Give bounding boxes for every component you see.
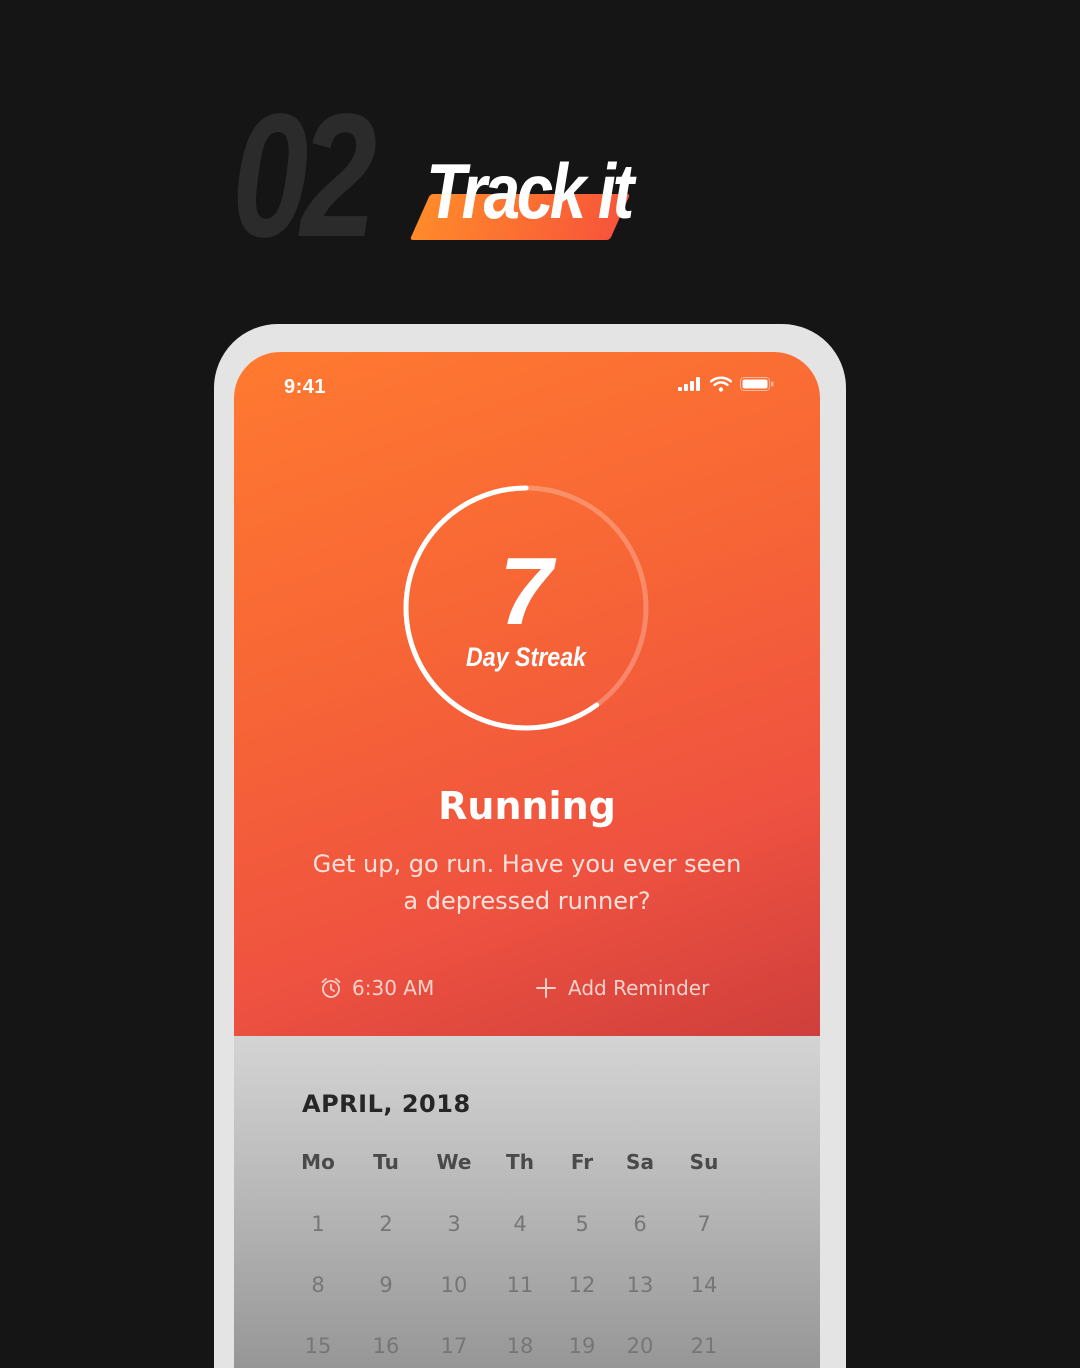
streak-count: 7 — [499, 538, 553, 645]
calendar-day[interactable]: 16 — [356, 1334, 416, 1358]
section-title: Track it — [409, 147, 652, 248]
calendar-weekday: Fr — [570, 1150, 594, 1174]
calendar-day[interactable]: 8 — [288, 1273, 348, 1297]
calendar-day[interactable]: 12 — [552, 1273, 612, 1297]
habit-title: Running — [438, 784, 616, 828]
section-title-text: Track it — [426, 147, 634, 235]
alarm-clock-icon — [321, 978, 341, 998]
battery-icon — [740, 377, 774, 391]
calendar-day[interactable]: 6 — [610, 1212, 670, 1236]
signal-icon — [678, 377, 700, 391]
calendar-weekday: Mo — [301, 1150, 335, 1174]
add-reminder-button[interactable]: Add Reminder — [536, 976, 709, 1000]
calendar-day[interactable]: 14 — [674, 1273, 734, 1297]
calendar-day[interactable]: 13 — [610, 1273, 670, 1297]
calendar-weekday: Tu — [373, 1150, 399, 1174]
calendar-day[interactable]: 19 — [552, 1334, 612, 1358]
step-number: 02 — [232, 78, 377, 274]
reminder-time[interactable]: 6:30 AM — [320, 976, 434, 1000]
calendar-weekday: Th — [506, 1150, 534, 1174]
calendar-weekday: Su — [689, 1150, 719, 1174]
calendar-weekday: We — [436, 1150, 472, 1174]
calendar: APRIL, 2018 Mo Tu We Th Fr Sa Su 1 2 3 4 5 6 7 8 9 10 11 1… — [234, 1036, 820, 1368]
habit-hero: 9:41 7 Day Streak Running Get up, go run… — [234, 352, 820, 1036]
habit-description: Get up, go run. Have you ever seen a dep… — [312, 850, 742, 915]
calendar-day[interactable]: 7 — [674, 1212, 734, 1236]
calendar-day[interactable]: 17 — [424, 1334, 484, 1358]
calendar-day[interactable]: 9 — [356, 1273, 416, 1297]
calendar-day[interactable]: 2 — [356, 1212, 416, 1236]
calendar-day[interactable]: 10 — [424, 1273, 484, 1297]
reminder-time-label: 6:30 AM — [352, 976, 435, 1000]
calendar-day[interactable]: 3 — [424, 1212, 484, 1236]
calendar-day[interactable]: 5 — [552, 1212, 612, 1236]
streak-ring: 7 Day Streak — [400, 482, 652, 734]
status-icons — [678, 376, 774, 392]
status-time: 9:41 — [284, 376, 327, 398]
calendar-day[interactable]: 20 — [610, 1334, 670, 1358]
wifi-icon — [710, 376, 732, 392]
streak-label: Day Streak — [465, 642, 587, 672]
calendar-day[interactable]: 21 — [674, 1334, 734, 1358]
plus-icon — [536, 978, 556, 998]
calendar-day[interactable]: 15 — [288, 1334, 348, 1358]
add-reminder-label: Add Reminder — [568, 976, 710, 1000]
phone-frame: 9:41 7 Day Streak Running Get up, go run… — [214, 324, 846, 1368]
calendar-day[interactable]: 4 — [490, 1212, 550, 1236]
phone-screen: 9:41 7 Day Streak Running Get up, go run… — [234, 352, 820, 1368]
calendar-month-title: APRIL, 2018 — [302, 1090, 471, 1118]
calendar-day[interactable]: 18 — [490, 1334, 550, 1358]
calendar-day[interactable]: 1 — [288, 1212, 348, 1236]
calendar-day[interactable]: 11 — [490, 1273, 550, 1297]
calendar-weekday: Sa — [626, 1150, 654, 1174]
